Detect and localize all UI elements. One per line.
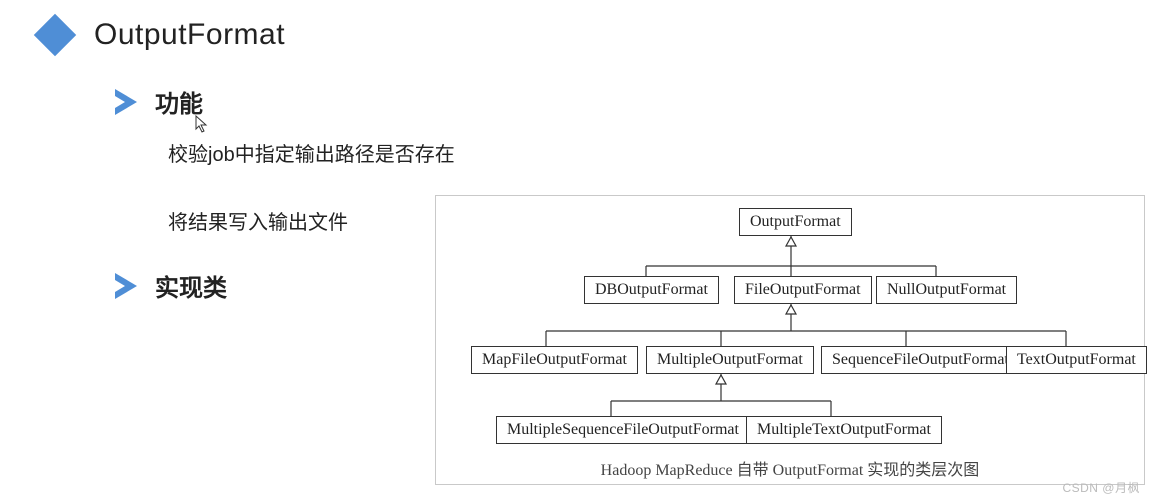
- diamond-icon: [34, 14, 76, 56]
- node-multipleoutputformat: MultipleOutputFormat: [646, 346, 814, 374]
- node-textoutputformat: TextOutputFormat: [1006, 346, 1147, 374]
- section-impl: 实现类: [115, 268, 227, 303]
- page-root: OutputFormat 功能 校验job中指定输出路径是否存在 将结果写入输出…: [0, 0, 1150, 500]
- page-title: OutputFormat: [94, 18, 285, 52]
- section-impl-label: 实现类: [155, 268, 227, 303]
- node-sequencefileoutputformat: SequenceFileOutputFormat: [821, 346, 1020, 374]
- section-func: 功能: [115, 84, 203, 119]
- title-row: OutputFormat: [40, 18, 285, 52]
- func-item-1: 将结果写入输出文件: [168, 206, 348, 235]
- node-fileoutputformat: FileOutputFormat: [734, 276, 872, 304]
- node-mapfileoutputformat: MapFileOutputFormat: [471, 346, 638, 374]
- cursor-icon: [195, 115, 209, 133]
- func-item-0: 校验job中指定输出路径是否存在: [168, 138, 455, 167]
- watermark: CSDN @月枫: [1062, 479, 1140, 496]
- arrow-icon: [115, 273, 137, 299]
- arrow-icon: [115, 89, 137, 115]
- node-root: OutputFormat: [739, 208, 852, 236]
- node-multipletextfileoutputformat: MultipleTextOutputFormat: [746, 416, 942, 444]
- node-dboutputformat: DBOutputFormat: [584, 276, 719, 304]
- diagram-caption: Hadoop MapReduce 自带 OutputFormat 实现的类层次图: [436, 456, 1144, 480]
- node-multipleseqfileoutputformat: MultipleSequenceFileOutputFormat: [496, 416, 750, 444]
- section-func-label: 功能: [155, 84, 203, 119]
- node-nulloutputformat: NullOutputFormat: [876, 276, 1017, 304]
- diagram-panel: OutputFormat DBOutputFormat FileOutputFo…: [435, 195, 1145, 485]
